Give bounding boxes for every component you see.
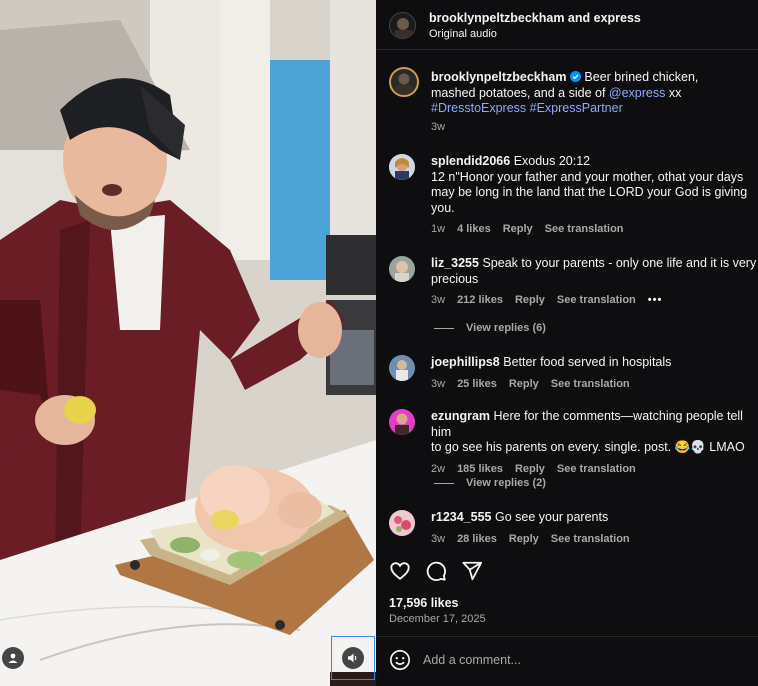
see-translation-button[interactable]: See translation <box>545 223 624 235</box>
audio-link[interactable]: Original audio <box>429 28 497 40</box>
caption-author-avatar[interactable] <box>389 67 419 97</box>
speaker-icon <box>348 653 357 663</box>
comment-avatar[interactable] <box>389 510 415 536</box>
post-actions <box>389 560 483 582</box>
hashtags-link[interactable]: #DresstoExpress #ExpressPartner <box>431 101 623 115</box>
comment-username[interactable]: joephillips8 <box>431 355 500 369</box>
header-author-link[interactable]: brooklynpeltzbeckham <box>429 11 564 25</box>
comment-text: splendid2066 Exodus 20:12 12 n"Honor you… <box>431 154 748 215</box>
post-side-panel: brooklynpeltzbeckham and express Origina… <box>376 0 758 686</box>
comment-username[interactable]: liz_3255 <box>431 256 479 270</box>
reply-button[interactable]: Reply <box>515 463 545 475</box>
author-avatar[interactable] <box>389 12 416 39</box>
comment-likes[interactable]: 212 likes <box>457 294 503 306</box>
header-collaborator-link[interactable]: express <box>594 11 641 25</box>
verified-badge-icon <box>569 71 581 82</box>
add-comment-bar: Add a comment... <box>376 636 758 686</box>
see-translation-button[interactable]: See translation <box>551 378 630 390</box>
comment-icon[interactable] <box>425 560 447 582</box>
reply-button[interactable]: Reply <box>503 223 533 235</box>
see-translation-button[interactable]: See translation <box>551 533 630 545</box>
post-header: brooklynpeltzbeckham and express Origina… <box>376 0 758 50</box>
heart-icon[interactable] <box>389 560 411 582</box>
comment-avatar[interactable] <box>389 154 415 180</box>
reply-button[interactable]: Reply <box>509 533 539 545</box>
view-replies-button[interactable]: View replies (6) <box>434 322 546 334</box>
view-replies-button[interactable]: View replies (2) <box>434 477 546 489</box>
comment-meta: 2w 185 likes Reply See translation <box>431 462 636 475</box>
mention-link[interactable]: @express <box>609 86 665 100</box>
comment-input[interactable]: Add a comment... <box>423 653 723 667</box>
more-options-icon[interactable]: ••• <box>648 294 663 306</box>
caption-text: brooklynpeltzbeckham Beer brined chicken… <box>431 70 699 115</box>
user-tag-icon <box>8 653 18 663</box>
share-icon[interactable] <box>461 560 483 582</box>
comment-meta: 3w 212 likes Reply See translation ••• <box>431 294 663 306</box>
reply-button[interactable]: Reply <box>515 294 545 306</box>
emoji-icon[interactable] <box>389 649 411 671</box>
likes-count[interactable]: 17,596 likes <box>389 596 459 610</box>
comment-likes[interactable]: 28 likes <box>457 533 497 545</box>
comment-username[interactable]: r1234_555 <box>431 510 491 524</box>
post-date: December 17, 2025 <box>389 613 486 625</box>
comment-avatar[interactable] <box>389 355 415 381</box>
reply-button[interactable]: Reply <box>509 378 539 390</box>
comment-username[interactable]: ezungram <box>431 409 490 423</box>
comment-text: liz_3255 Speak to your parents - only on… <box>431 256 757 286</box>
see-translation-button[interactable]: See translation <box>557 294 636 306</box>
comment-likes[interactable]: 25 likes <box>457 378 497 390</box>
caption-age: 3w <box>431 121 446 133</box>
mute-toggle-button[interactable] <box>331 636 375 680</box>
comment-likes[interactable]: 4 likes <box>457 223 491 235</box>
comment-username[interactable]: splendid2066 <box>431 154 510 168</box>
comment-avatar[interactable] <box>389 409 415 435</box>
comment-meta: 3w 28 likes Reply See translation <box>431 532 630 545</box>
comment-meta: 1w 4 likes Reply See translation <box>431 223 624 235</box>
video-player[interactable] <box>0 0 376 686</box>
comment-text: r1234_555 Go see your parents <box>431 510 609 524</box>
user-tag-button[interactable] <box>2 647 24 669</box>
comment-text: ezungram Here for the comments—watching … <box>431 409 745 454</box>
header-title: brooklynpeltzbeckham and express <box>429 11 641 25</box>
comment-avatar[interactable] <box>389 256 415 282</box>
comment-likes[interactable]: 185 likes <box>457 463 503 475</box>
see-translation-button[interactable]: See translation <box>557 463 636 475</box>
caption-author-link[interactable]: brooklynpeltzbeckham <box>431 70 566 84</box>
video-frame <box>0 0 376 686</box>
comment-meta: 3w 25 likes Reply See translation <box>431 377 630 390</box>
comment-text: joephillips8 Better food served in hospi… <box>431 355 672 369</box>
